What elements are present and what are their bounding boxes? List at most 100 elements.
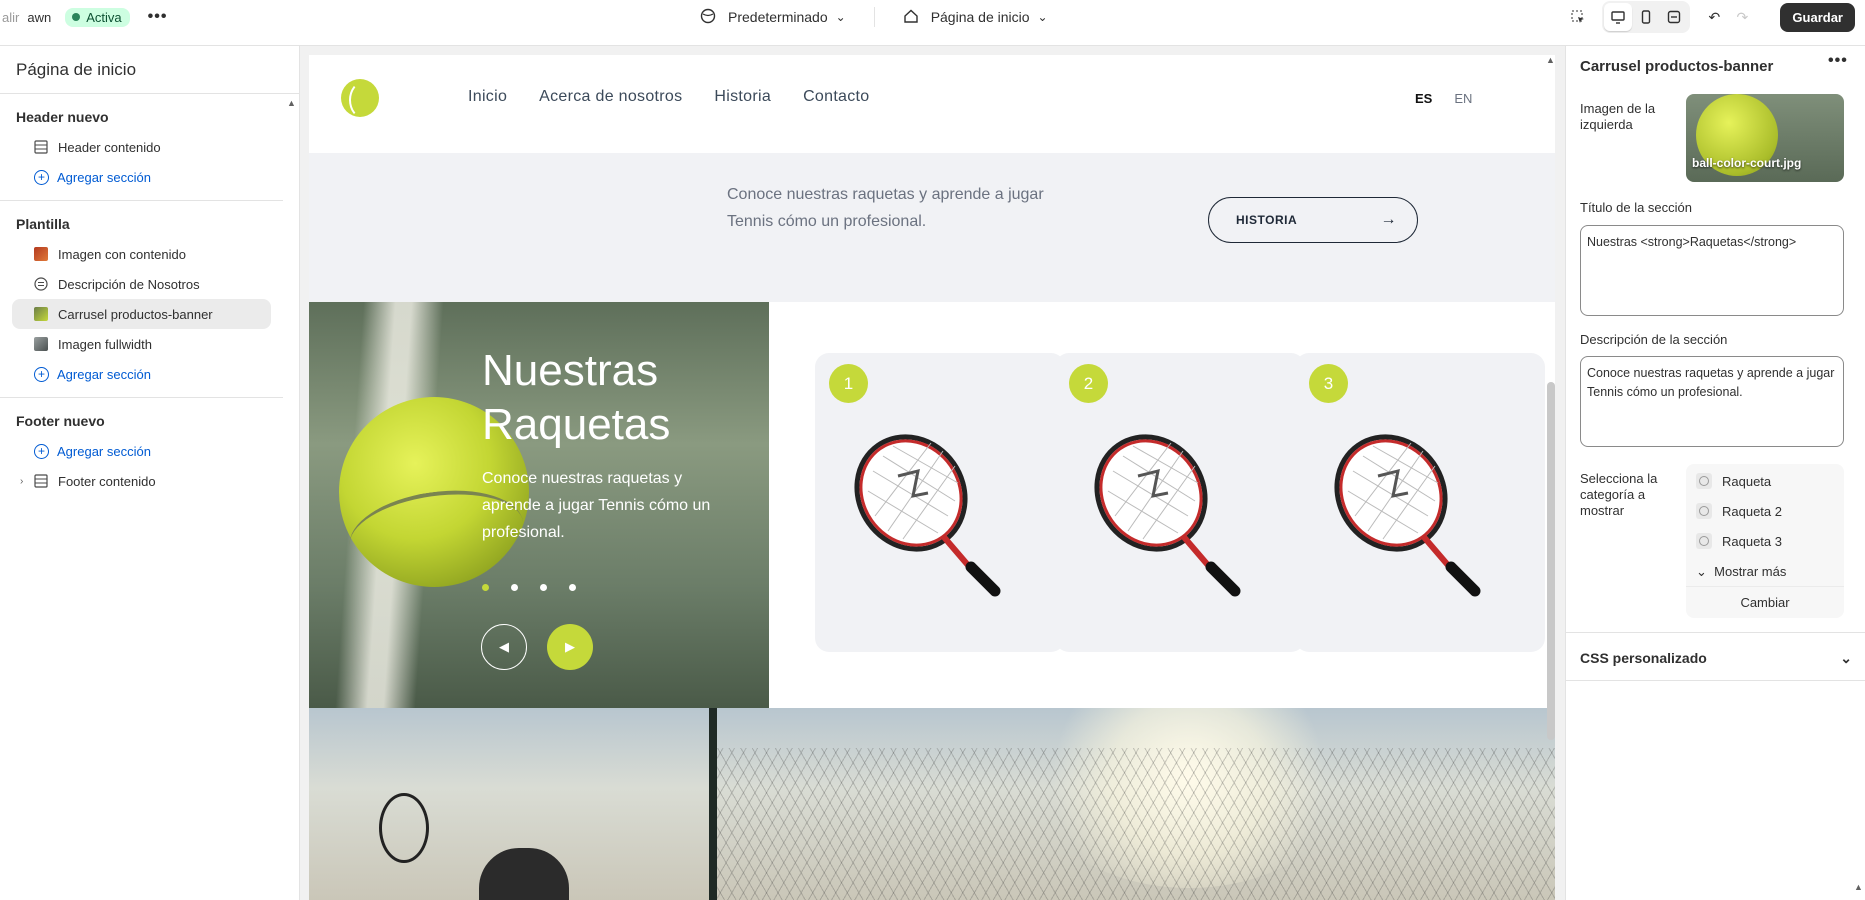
net-pole	[709, 708, 717, 900]
settings-panel: Carrusel productos-banner ••• Imagen de …	[1565, 46, 1865, 900]
scrollbar-thumb[interactable]	[1547, 382, 1555, 740]
more-icon[interactable]: •••	[148, 8, 168, 26]
page-selector[interactable]: Página de inicio	[931, 9, 1030, 25]
show-more-label: Mostrar más	[1714, 564, 1787, 579]
banner-title: Nuestras Raquetas	[482, 344, 670, 452]
racket-image	[854, 434, 1001, 597]
intro-section: Conoce nuestras raquetas y aprende a jug…	[309, 153, 1555, 302]
layout-icon	[34, 140, 48, 154]
plus-circle-icon: +	[34, 169, 49, 185]
layout-icon	[34, 474, 48, 488]
custom-css-label: CSS personalizado	[1580, 650, 1707, 666]
category-item[interactable]: Raqueta 2	[1696, 503, 1782, 519]
sidebar-item-imagen-fullwidth[interactable]: Imagen fullwidth	[12, 329, 271, 359]
carousel-dot[interactable]	[511, 584, 518, 591]
redo-icon[interactable]: ↷	[1728, 3, 1756, 31]
image-picker[interactable]: ball-color-court.jpg	[1686, 94, 1844, 182]
carousel-next-button[interactable]: ▶	[547, 624, 593, 670]
scroll-down-icon[interactable]: ▲	[1854, 882, 1863, 892]
search-icon	[1696, 533, 1712, 549]
fullwidth-image	[309, 708, 1555, 900]
globe-icon	[700, 8, 716, 27]
site-frame: Inicio Acerca de nosotros Historia Conta…	[309, 55, 1555, 900]
image-filename: ball-color-court.jpg	[1692, 156, 1802, 170]
change-button[interactable]: Cambiar	[1686, 586, 1844, 618]
tennis-net	[717, 748, 1555, 900]
sidebar-item-carrusel[interactable]: Carrusel productos-banner	[12, 299, 271, 329]
tennis-ball-logo-icon[interactable]	[341, 79, 379, 119]
sidebar-item-footer-contenido[interactable]: › Footer contenido	[12, 466, 271, 496]
category-item[interactable]: Raqueta	[1696, 473, 1771, 489]
category-item[interactable]: Raqueta 3	[1696, 533, 1782, 549]
add-section-button[interactable]: + Agregar sección	[12, 359, 271, 389]
theme-selector[interactable]: Predeterminado	[728, 9, 828, 25]
desktop-icon[interactable]	[1604, 3, 1633, 31]
banner-title-line: Raquetas	[482, 400, 671, 449]
site-header: Inicio Acerca de nosotros Historia Conta…	[309, 55, 1555, 153]
lang-es[interactable]: ES	[1415, 91, 1432, 106]
sidebar-item-label: Footer contenido	[58, 473, 156, 489]
section-desc-field[interactable]: Conoce nuestras raquetas y aprende a jug…	[1580, 356, 1844, 447]
search-icon	[1696, 503, 1712, 519]
sidebar-item-descripcion-nosotros[interactable]: Descripción de Nosotros	[12, 269, 271, 299]
lang-en[interactable]: EN	[1454, 91, 1472, 106]
arrow-right-icon: →	[1380, 211, 1397, 228]
carousel-dot[interactable]	[482, 584, 489, 591]
scroll-up-icon[interactable]: ▲	[287, 98, 296, 108]
store-name: awn	[27, 9, 52, 25]
add-section-label: Agregar sección	[57, 169, 151, 185]
carousel-dot[interactable]	[540, 584, 547, 591]
fullwidth-icon[interactable]	[1660, 3, 1688, 31]
player-silhouette	[479, 848, 569, 900]
product-card[interactable]: 3	[1295, 353, 1545, 652]
preview-scrollbar[interactable]: ▲	[1545, 55, 1555, 900]
sidebar-title: Página de inicio	[0, 46, 299, 94]
mobile-icon[interactable]	[1632, 3, 1660, 31]
group-header: Header nuevo	[16, 109, 109, 125]
product-card[interactable]: 2	[1055, 353, 1305, 652]
historia-button[interactable]: HISTORIA →	[1208, 197, 1418, 243]
status-dot-icon	[72, 13, 81, 21]
sidebar-item-imagen-con-contenido[interactable]: Imagen con contenido	[12, 239, 271, 269]
sidebar-item-label: Imagen con contenido	[58, 246, 186, 262]
sidebar-item-header-contenido[interactable]: Header contenido	[12, 132, 271, 162]
card-number: 3	[1309, 364, 1348, 403]
home-icon	[903, 8, 919, 27]
nav-link-historia[interactable]: Historia	[714, 88, 771, 106]
chevron-down-icon[interactable]: ⌄	[1038, 10, 1048, 24]
product-card[interactable]: 1	[815, 353, 1065, 652]
search-icon	[1696, 473, 1712, 489]
add-section-button[interactable]: + Agregar sección	[12, 162, 271, 192]
product-carousel: 1 2 3	[769, 302, 1555, 708]
nav-link-inicio[interactable]: Inicio	[468, 88, 507, 106]
intro-text: Conoce nuestras raquetas y aprende a jug…	[727, 186, 1044, 230]
custom-css-toggle[interactable]: CSS personalizado ⌄	[1580, 650, 1852, 667]
nav-link-acerca[interactable]: Acerca de nosotros	[539, 88, 682, 106]
text-block-icon	[34, 277, 48, 291]
chevron-right-icon[interactable]: ›	[20, 476, 23, 487]
group-footer: Footer nuevo	[16, 413, 105, 429]
carousel-prev-button[interactable]: ◀	[481, 624, 527, 670]
exit-button[interactable]: alir	[2, 10, 19, 25]
status-badge-label: Activa	[86, 9, 122, 25]
chevron-down-icon: ⌄	[1696, 564, 1707, 579]
add-section-button[interactable]: + Agregar sección	[12, 436, 271, 466]
sidebar-item-label: Header contenido	[58, 139, 161, 155]
status-badge: Activa	[65, 7, 130, 27]
more-icon[interactable]: •••	[1828, 52, 1848, 70]
chevron-down-icon[interactable]: ⌄	[836, 10, 846, 24]
section-title-field[interactable]: Nuestras <strong>Raquetas</strong>	[1580, 225, 1844, 316]
show-more-button[interactable]: ⌄ Mostrar más	[1696, 564, 1786, 580]
card-number: 1	[829, 364, 868, 403]
undo-icon[interactable]: ↶	[1700, 3, 1728, 31]
image-thumb-icon	[34, 307, 48, 321]
sidebar-item-label: Carrusel productos-banner	[58, 306, 213, 322]
inspector-icon[interactable]	[1564, 3, 1592, 31]
category-label-text: Raqueta	[1722, 473, 1772, 489]
nav-link-contacto[interactable]: Contacto	[803, 88, 869, 106]
scroll-up-icon[interactable]: ▲	[1546, 55, 1555, 65]
carousel-dot[interactable]	[569, 584, 576, 591]
image-thumb-icon	[34, 247, 48, 261]
plus-circle-icon: +	[34, 443, 49, 459]
save-button[interactable]: Guardar	[1780, 2, 1855, 32]
